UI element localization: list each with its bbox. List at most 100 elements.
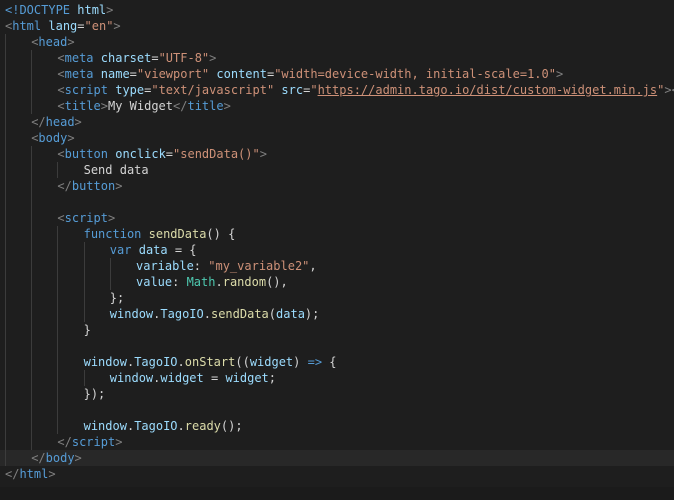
code-token-punct: = { bbox=[167, 243, 197, 257]
code-token-fn: sendData bbox=[148, 227, 207, 241]
code-token-tag: title bbox=[187, 99, 224, 113]
code-token-str: "UTF-8" bbox=[158, 51, 210, 65]
code-line[interactable]: </script> bbox=[0, 434, 674, 450]
code-line[interactable]: Send data bbox=[0, 162, 674, 178]
code-token-punct: ) bbox=[293, 355, 308, 369]
code-line[interactable]: </head> bbox=[0, 114, 674, 130]
code-token-var: TagoIO bbox=[134, 355, 178, 369]
code-line-content: }; bbox=[5, 291, 124, 305]
code-line-content: </html> bbox=[5, 467, 56, 481]
code-token-punct: () { bbox=[206, 227, 236, 241]
code-token-bracket: > bbox=[67, 35, 75, 49]
code-line[interactable]: <html lang="en"> bbox=[0, 18, 674, 34]
code-token-punct: : bbox=[172, 275, 187, 289]
code-line-content: <head> bbox=[5, 35, 75, 49]
code-token-tag: html bbox=[19, 467, 49, 481]
code-token-str: "text/javascript" bbox=[151, 83, 275, 97]
code-line[interactable]: <meta name="viewport" content="width=dev… bbox=[0, 66, 674, 82]
code-token-attr: name bbox=[100, 67, 130, 81]
code-token-bracket: < bbox=[57, 83, 65, 97]
code-line[interactable]: window.TagoIO.ready(); bbox=[0, 418, 674, 434]
code-line-content: <meta charset="UTF-8"> bbox=[5, 51, 216, 65]
code-token-tag: script bbox=[64, 211, 108, 225]
code-token-kw: function bbox=[83, 227, 142, 241]
code-token-punct: ( bbox=[268, 307, 277, 321]
code-token-var: window bbox=[83, 419, 127, 433]
code-token-var: widget bbox=[225, 371, 269, 385]
code-token-text: = bbox=[165, 147, 174, 161]
code-line[interactable]: value: Math.random(), bbox=[0, 274, 674, 290]
code-line-content bbox=[5, 403, 84, 417]
code-token-attr: onclick bbox=[115, 147, 166, 161]
code-line[interactable]: window.widget = widget; bbox=[0, 370, 674, 386]
code-token-attr: content bbox=[216, 67, 267, 81]
code-token-text: My Widget bbox=[107, 99, 174, 113]
code-line-content: window.TagoIO.ready(); bbox=[5, 419, 243, 433]
code-line[interactable]: </body> bbox=[0, 450, 674, 466]
code-token-str: "my_variable2" bbox=[208, 259, 310, 273]
code-token-var: TagoIO bbox=[134, 419, 178, 433]
code-token-str: "en" bbox=[84, 19, 114, 33]
code-token-fn: sendData bbox=[210, 307, 269, 321]
code-line[interactable]: <title>My Widget</title> bbox=[0, 98, 674, 114]
code-token-bracket: </ bbox=[31, 115, 46, 129]
code-token-text: = bbox=[77, 19, 85, 33]
code-line[interactable]: function sendData() { bbox=[0, 226, 674, 242]
code-token-var: window bbox=[109, 371, 154, 385]
code-line[interactable]: </html> bbox=[0, 466, 674, 482]
code-token-bracket: > bbox=[223, 99, 231, 113]
code-token-str: " bbox=[310, 83, 318, 97]
code-line[interactable]: <script type="text/javascript" src="http… bbox=[0, 82, 674, 98]
code-line[interactable] bbox=[0, 402, 674, 418]
code-line[interactable] bbox=[0, 338, 674, 354]
code-token-punct: (( bbox=[235, 355, 250, 369]
code-line[interactable]: <script> bbox=[0, 210, 674, 226]
code-token-punct: (); bbox=[220, 419, 243, 433]
code-line-content: window.TagoIO.sendData(data); bbox=[5, 307, 320, 321]
code-line[interactable]: } bbox=[0, 322, 674, 338]
code-line-content: </head> bbox=[5, 115, 82, 129]
code-line[interactable]: }; bbox=[0, 290, 674, 306]
code-token-bracket: > bbox=[74, 115, 82, 129]
code-token-bracket: </ bbox=[57, 179, 72, 193]
code-token-tag: button bbox=[64, 147, 108, 161]
code-token-str: "viewport" bbox=[136, 67, 210, 81]
code-line[interactable]: <head> bbox=[0, 34, 674, 50]
code-line[interactable]: </button> bbox=[0, 178, 674, 194]
code-token-var: widget bbox=[160, 371, 204, 385]
code-token-text: Send data bbox=[83, 163, 149, 177]
code-token-tag: head bbox=[45, 115, 75, 129]
code-line-content: <script> bbox=[5, 211, 115, 225]
code-line[interactable]: <body> bbox=[0, 130, 674, 146]
code-line[interactable]: variable: "my_variable2", bbox=[0, 258, 674, 274]
code-line[interactable]: window.TagoIO.onStart((widget) => { bbox=[0, 354, 674, 370]
code-lines[interactable]: <!DOCTYPE html> <html lang="en"> <head> <me… bbox=[0, 2, 674, 482]
code-token-var: data bbox=[276, 307, 305, 321]
code-token-cls: Math bbox=[186, 275, 216, 289]
editor-bottom-bar bbox=[0, 487, 674, 500]
code-line-content: <body> bbox=[5, 131, 74, 145]
code-line[interactable]: <button onclick="sendData()"> bbox=[0, 146, 674, 162]
code-token-attr: type bbox=[115, 83, 145, 97]
code-token-tag: button bbox=[71, 179, 116, 193]
code-line-content: <html lang="en"> bbox=[5, 19, 121, 33]
code-editor[interactable]: <!DOCTYPE html> <html lang="en"> <head> <me… bbox=[0, 0, 674, 500]
code-token-tag: body bbox=[38, 131, 68, 145]
code-token-var: value bbox=[136, 275, 173, 289]
code-line-content: </button> bbox=[5, 179, 122, 193]
code-token-punct: : bbox=[193, 259, 209, 273]
code-token-tag: body bbox=[45, 451, 75, 465]
code-line[interactable]: }); bbox=[0, 386, 674, 402]
code-line-content: window.widget = widget; bbox=[5, 371, 276, 385]
code-line[interactable]: <!DOCTYPE html> bbox=[0, 2, 674, 18]
code-line[interactable]: window.TagoIO.sendData(data); bbox=[0, 306, 674, 322]
code-line[interactable]: <meta charset="UTF-8"> bbox=[0, 50, 674, 66]
code-line[interactable]: var data = { bbox=[0, 242, 674, 258]
code-token-text: = bbox=[129, 67, 137, 81]
code-line[interactable] bbox=[0, 194, 674, 210]
code-token-bracket: > bbox=[107, 211, 116, 225]
code-token-bracket: > bbox=[259, 147, 267, 161]
code-line-content: }); bbox=[5, 387, 106, 401]
